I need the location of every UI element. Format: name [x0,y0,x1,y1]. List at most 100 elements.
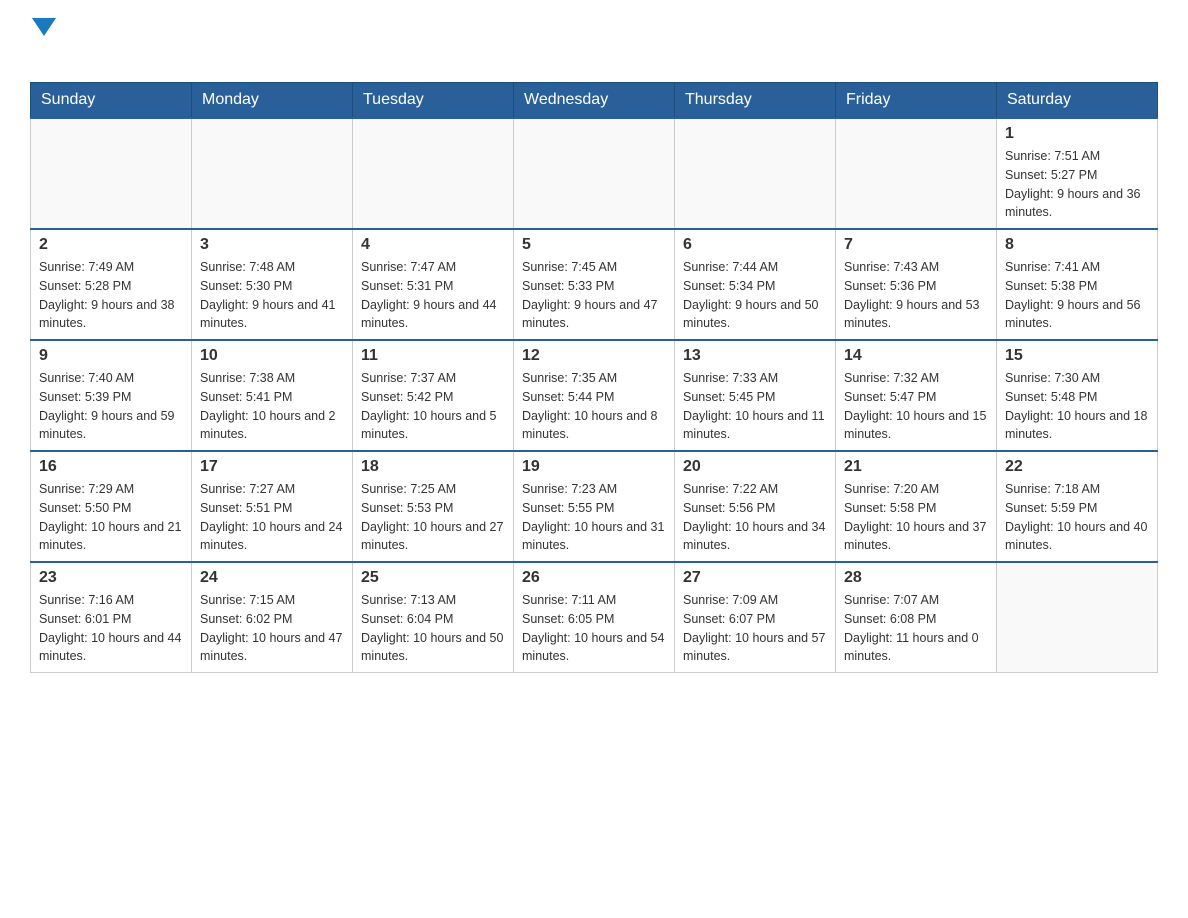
calendar-cell [997,562,1158,673]
day-info: Sunrise: 7:09 AM Sunset: 6:07 PM Dayligh… [683,591,827,666]
calendar-cell: 17 Sunrise: 7:27 AM Sunset: 5:51 PM Dayli… [192,451,353,562]
day-info: Sunrise: 7:38 AM Sunset: 5:41 PM Dayligh… [200,369,344,444]
day-info: Sunrise: 7:22 AM Sunset: 5:56 PM Dayligh… [683,480,827,555]
day-number: 24 [200,569,344,587]
calendar-cell: 7 Sunrise: 7:43 AM Sunset: 5:36 PM Daylig… [836,229,997,340]
day-number: 17 [200,458,344,476]
day-number: 5 [522,236,666,254]
day-info: Sunrise: 7:47 AM Sunset: 5:31 PM Dayligh… [361,258,505,333]
calendar-cell [514,118,675,229]
calendar-cell: 16 Sunrise: 7:29 AM Sunset: 5:50 PM Dayli… [31,451,192,562]
calendar-cell: 14 Sunrise: 7:32 AM Sunset: 5:47 PM Dayli… [836,340,997,451]
day-number: 1 [1005,125,1149,143]
calendar-cell: 25 Sunrise: 7:13 AM Sunset: 6:04 PM Dayli… [353,562,514,673]
day-number: 26 [522,569,666,587]
calendar-cell: 8 Sunrise: 7:41 AM Sunset: 5:38 PM Daylig… [997,229,1158,340]
logo [30,20,56,62]
day-number: 20 [683,458,827,476]
calendar-cell [192,118,353,229]
day-number: 11 [361,347,505,365]
day-info: Sunrise: 7:23 AM Sunset: 5:55 PM Dayligh… [522,480,666,555]
calendar-table: SundayMondayTuesdayWednesdayThursdayFrid… [30,82,1158,673]
day-info: Sunrise: 7:25 AM Sunset: 5:53 PM Dayligh… [361,480,505,555]
week-row-1: 1 Sunrise: 7:51 AM Sunset: 5:27 PM Daylig… [31,118,1158,229]
day-info: Sunrise: 7:48 AM Sunset: 5:30 PM Dayligh… [200,258,344,333]
calendar-cell [353,118,514,229]
calendar-cell: 15 Sunrise: 7:30 AM Sunset: 5:48 PM Dayli… [997,340,1158,451]
day-info: Sunrise: 7:37 AM Sunset: 5:42 PM Dayligh… [361,369,505,444]
weekday-header-wednesday: Wednesday [514,83,675,119]
day-info: Sunrise: 7:32 AM Sunset: 5:47 PM Dayligh… [844,369,988,444]
day-info: Sunrise: 7:45 AM Sunset: 5:33 PM Dayligh… [522,258,666,333]
calendar-cell: 23 Sunrise: 7:16 AM Sunset: 6:01 PM Dayli… [31,562,192,673]
calendar-cell: 21Sunrise: 7:20 AM Sunset: 5:58 PM Dayli… [836,451,997,562]
weekday-header-row: SundayMondayTuesdayWednesdayThursdayFrid… [31,83,1158,119]
calendar-cell: 18 Sunrise: 7:25 AM Sunset: 5:53 PM Dayli… [353,451,514,562]
calendar-cell: 22 Sunrise: 7:18 AM Sunset: 5:59 PM Dayli… [997,451,1158,562]
day-number: 21 [844,458,988,476]
day-number: 7 [844,236,988,254]
weekday-header-tuesday: Tuesday [353,83,514,119]
calendar-cell: 20 Sunrise: 7:22 AM Sunset: 5:56 PM Dayli… [675,451,836,562]
week-row-2: 2Sunrise: 7:49 AM Sunset: 5:28 PM Daylig… [31,229,1158,340]
calendar-cell: 6 Sunrise: 7:44 AM Sunset: 5:34 PM Daylig… [675,229,836,340]
day-info: Sunrise: 7:33 AM Sunset: 5:45 PM Dayligh… [683,369,827,444]
day-info: Sunrise: 7:29 AM Sunset: 5:50 PM Dayligh… [39,480,183,555]
calendar-cell: 12 Sunrise: 7:35 AM Sunset: 5:44 PM Dayli… [514,340,675,451]
day-number: 3 [200,236,344,254]
weekday-header-saturday: Saturday [997,83,1158,119]
day-info: Sunrise: 7:40 AM Sunset: 5:39 PM Dayligh… [39,369,183,444]
day-info: Sunrise: 7:13 AM Sunset: 6:04 PM Dayligh… [361,591,505,666]
calendar-cell [836,118,997,229]
calendar-cell: 24 Sunrise: 7:15 AM Sunset: 6:02 PM Dayli… [192,562,353,673]
day-info: Sunrise: 7:16 AM Sunset: 6:01 PM Dayligh… [39,591,183,666]
day-number: 4 [361,236,505,254]
day-info: Sunrise: 7:30 AM Sunset: 5:48 PM Dayligh… [1005,369,1149,444]
calendar-cell: 2Sunrise: 7:49 AM Sunset: 5:28 PM Daylig… [31,229,192,340]
weekday-header-sunday: Sunday [31,83,192,119]
calendar-cell: 3 Sunrise: 7:48 AM Sunset: 5:30 PM Daylig… [192,229,353,340]
week-row-5: 23 Sunrise: 7:16 AM Sunset: 6:01 PM Dayli… [31,562,1158,673]
week-row-4: 16 Sunrise: 7:29 AM Sunset: 5:50 PM Dayli… [31,451,1158,562]
day-number: 23 [39,569,183,587]
day-info: Sunrise: 7:35 AM Sunset: 5:44 PM Dayligh… [522,369,666,444]
day-info: Sunrise: 7:18 AM Sunset: 5:59 PM Dayligh… [1005,480,1149,555]
day-number: 14 [844,347,988,365]
calendar-cell: 28 Sunrise: 7:07 AM Sunset: 6:08 PM Dayli… [836,562,997,673]
day-number: 6 [683,236,827,254]
day-info: Sunrise: 7:41 AM Sunset: 5:38 PM Dayligh… [1005,258,1149,333]
day-number: 12 [522,347,666,365]
week-row-3: 9 Sunrise: 7:40 AM Sunset: 5:39 PM Daylig… [31,340,1158,451]
calendar-cell: 27 Sunrise: 7:09 AM Sunset: 6:07 PM Dayli… [675,562,836,673]
day-info: Sunrise: 7:51 AM Sunset: 5:27 PM Dayligh… [1005,147,1149,222]
weekday-header-monday: Monday [192,83,353,119]
calendar-cell: 1 Sunrise: 7:51 AM Sunset: 5:27 PM Daylig… [997,118,1158,229]
calendar-cell: 11 Sunrise: 7:37 AM Sunset: 5:42 PM Dayli… [353,340,514,451]
calendar-cell: 13Sunrise: 7:33 AM Sunset: 5:45 PM Dayli… [675,340,836,451]
day-number: 22 [1005,458,1149,476]
calendar-cell: 10 Sunrise: 7:38 AM Sunset: 5:41 PM Dayli… [192,340,353,451]
day-number: 16 [39,458,183,476]
day-info: Sunrise: 7:43 AM Sunset: 5:36 PM Dayligh… [844,258,988,333]
day-number: 9 [39,347,183,365]
day-number: 25 [361,569,505,587]
calendar-cell: 19 Sunrise: 7:23 AM Sunset: 5:55 PM Dayli… [514,451,675,562]
day-number: 10 [200,347,344,365]
page-header [30,20,1158,62]
calendar-cell: 9 Sunrise: 7:40 AM Sunset: 5:39 PM Daylig… [31,340,192,451]
day-info: Sunrise: 7:15 AM Sunset: 6:02 PM Dayligh… [200,591,344,666]
day-info: Sunrise: 7:07 AM Sunset: 6:08 PM Dayligh… [844,591,988,666]
day-number: 18 [361,458,505,476]
day-number: 28 [844,569,988,587]
weekday-header-friday: Friday [836,83,997,119]
calendar-cell: 5 Sunrise: 7:45 AM Sunset: 5:33 PM Daylig… [514,229,675,340]
day-info: Sunrise: 7:27 AM Sunset: 5:51 PM Dayligh… [200,480,344,555]
calendar-cell [675,118,836,229]
day-number: 27 [683,569,827,587]
calendar-cell [31,118,192,229]
weekday-header-thursday: Thursday [675,83,836,119]
day-info: Sunrise: 7:44 AM Sunset: 5:34 PM Dayligh… [683,258,827,333]
day-number: 15 [1005,347,1149,365]
day-number: 19 [522,458,666,476]
day-number: 8 [1005,236,1149,254]
